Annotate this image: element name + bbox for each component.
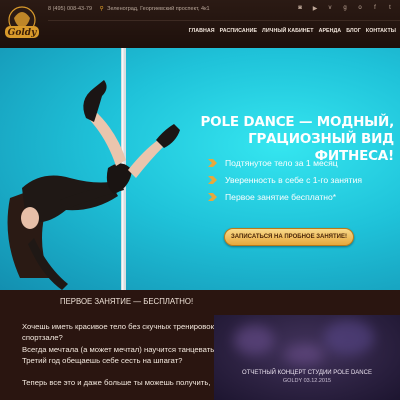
stage-light [234,325,274,355]
chevron-right-icon [208,175,217,184]
nav-item-schedule[interactable]: РАСПИСАНИЕ [220,28,257,34]
benefit-text: Первое занятие бесплатно* [225,191,337,202]
nav-item-blog[interactable]: БЛОГ [346,28,361,34]
free-lesson-title: ПЕРВОЕ ЗАНЯТИЕ — БЕСПЛАТНО! [60,297,194,306]
hero-banner: POLE DANCE — МОДНЫЙ, ГРАЦИОЗНЫЙ ВИД ФИТН… [0,48,400,290]
facebook-icon[interactable]: f [371,4,379,12]
stage-light [284,345,324,365]
trial-signup-button[interactable]: ЗАПИСАТЬСЯ НА ПРОБНОЕ ЗАНЯТИЕ! [224,228,354,246]
stage-light [324,320,374,355]
free-lesson-text-line: Третий год обещаешь себе сесть на шпагат… [22,356,183,365]
benefit-item: Уверенность в себе с 1-го занятия [208,171,398,188]
instagram-icon[interactable]: ◙ [296,4,304,12]
youtube-icon[interactable]: ▶ [311,4,319,12]
concert-video[interactable]: ОТЧЕТНЫЙ КОНЦЕРТ СТУДИИ POLE DANCE GOLDY… [214,315,400,400]
video-title: ОТЧЕТНЫЙ КОНЦЕРТ СТУДИИ POLE DANCE [242,370,372,376]
address: Зеленоград, Георгиевский проспект, 4к1 [107,6,210,12]
nav-item-rent[interactable]: АРЕНДА [319,28,342,34]
chevron-right-icon [208,158,217,167]
goldy-logo[interactable]: Goldy [3,4,41,44]
svg-text:Goldy: Goldy [8,28,37,38]
social-links: ◙ ▶ v g o f t [296,4,394,12]
free-lesson-text-line: Теперь все это и даже больше ты можешь п… [22,378,211,387]
vk-icon[interactable]: v [326,4,334,12]
benefits-list: Подтянутое тело за 1 месяц Уверенность в… [208,154,398,205]
contact-info: 8 (495) 008-43-79 ⚲ Зеленоград, Георгиев… [48,6,210,12]
free-lesson-text-line: Хочешь иметь красивое тело без скучных т… [22,322,221,331]
free-lesson-text-line: Всегда мечтала (а может мечтал) научится… [22,345,219,354]
location-pin-icon: ⚲ [99,6,104,12]
video-subtitle: GOLDY 03.12.2015 [282,378,332,384]
header-divider [48,20,400,21]
free-lesson-text-line: спортзале? [22,333,63,342]
benefit-text: Уверенность в себе с 1-го занятия [225,174,363,185]
nav-item-home[interactable]: ГЛАВНАЯ [189,28,215,34]
hero-heading-line1: POLE DANCE — МОДНЫЙ, [200,114,394,130]
nav-item-account[interactable]: ЛИЧНЫЙ КАБИНЕТ [262,28,314,34]
twitter-icon[interactable]: t [386,4,394,12]
benefit-item: Первое занятие бесплатно* [208,188,398,205]
phone-number[interactable]: 8 (495) 008-43-79 [48,6,92,12]
nav-item-contacts[interactable]: КОНТАКТЫ [366,28,396,34]
chevron-right-icon [208,192,217,201]
site-header: Goldy 8 (495) 008-43-79 ⚲ Зеленоград, Ге… [0,0,400,48]
benefit-item: Подтянутое тело за 1 месяц [208,154,398,171]
main-nav: ГЛАВНАЯ РАСПИСАНИЕ ЛИЧНЫЙ КАБИНЕТ АРЕНДА… [189,28,396,34]
google-plus-icon[interactable]: g [341,4,349,12]
odnoklassniki-icon[interactable]: o [356,4,364,12]
benefit-text: Подтянутое тело за 1 месяц [225,157,338,168]
pole-dancer-image [7,48,180,290]
